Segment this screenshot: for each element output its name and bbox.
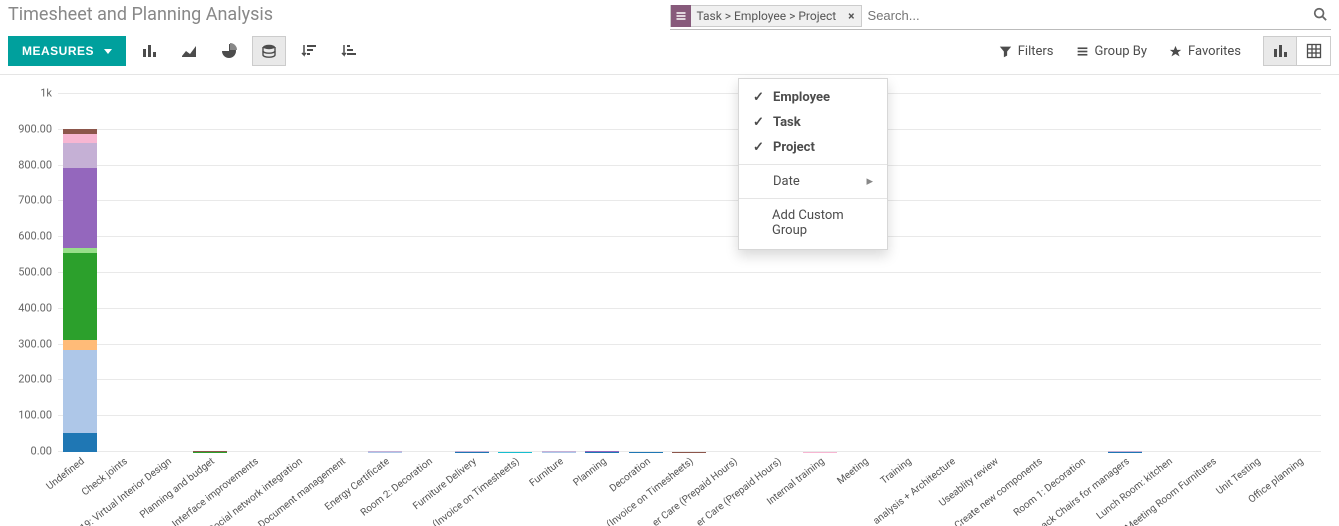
y-tick-label: 600.00 bbox=[18, 230, 52, 243]
bar-column[interactable] bbox=[537, 94, 581, 452]
y-tick-label: 500.00 bbox=[18, 266, 52, 279]
groupby-option-employee[interactable]: ✓Employee bbox=[739, 85, 887, 110]
y-tick-label: 400.00 bbox=[18, 301, 52, 314]
chart: 0.00 100.00 200.00 300.00 400.00 500.00 600.00… bbox=[8, 84, 1331, 526]
search-bar[interactable]: Task > Employee > Project × bbox=[670, 2, 1332, 30]
favorites-button[interactable]: Favorites bbox=[1169, 44, 1241, 59]
bar-column[interactable] bbox=[581, 94, 625, 452]
bar-column[interactable] bbox=[145, 94, 189, 452]
line-chart-button[interactable] bbox=[172, 36, 206, 66]
y-tick-label: 800.00 bbox=[18, 158, 52, 171]
x-tick-label: Office planning bbox=[1277, 452, 1321, 526]
facet-label: Task > Employee > Project bbox=[691, 9, 843, 23]
groupby-option-label: Employee bbox=[773, 90, 830, 105]
bar-column[interactable] bbox=[1190, 94, 1234, 452]
page-title: Timesheet and Planning Analysis bbox=[8, 2, 670, 25]
chevron-right-icon: ▸ bbox=[866, 174, 873, 189]
groupby-dropdown: ✓Employee ✓Task ✓Project Date ▸ Add Custo… bbox=[738, 78, 888, 250]
list-icon bbox=[671, 5, 691, 27]
search-input[interactable] bbox=[862, 6, 1313, 25]
groupby-option-date[interactable]: Date ▸ bbox=[739, 169, 887, 194]
measures-label: MEASURES bbox=[22, 44, 94, 58]
bar-segment bbox=[63, 143, 97, 169]
groupby-option-label: Task bbox=[773, 115, 801, 130]
y-tick-label: 1k bbox=[40, 87, 52, 100]
bar-column[interactable] bbox=[1234, 94, 1278, 452]
bar-chart-button[interactable] bbox=[132, 36, 166, 66]
bar-column[interactable] bbox=[406, 94, 450, 452]
bar-segment bbox=[63, 433, 97, 452]
bar-segment bbox=[63, 168, 97, 248]
groupby-option-label: Project bbox=[773, 140, 815, 155]
bar-column[interactable] bbox=[102, 94, 146, 452]
bar-column[interactable] bbox=[58, 94, 102, 452]
bar-column[interactable] bbox=[232, 94, 276, 452]
y-tick-label: 0.00 bbox=[31, 445, 52, 458]
bar-column[interactable] bbox=[1103, 94, 1147, 452]
measures-button[interactable]: MEASURES bbox=[8, 36, 126, 66]
toolbar: MEASURES Filters Group By Favorites bbox=[0, 30, 1339, 75]
bar-segment bbox=[63, 134, 97, 143]
groupby-option-label: Add Custom Group bbox=[772, 208, 873, 238]
x-tick-label: Internal training bbox=[798, 452, 842, 526]
bar-column[interactable] bbox=[624, 94, 668, 452]
dropdown-separator bbox=[739, 198, 887, 199]
favorites-label: Favorites bbox=[1188, 44, 1241, 59]
bar-column[interactable] bbox=[189, 94, 233, 452]
stacked-button[interactable] bbox=[252, 36, 286, 66]
caret-down-icon bbox=[104, 49, 112, 54]
graph-view-button[interactable] bbox=[1263, 36, 1297, 66]
sort-asc-button[interactable] bbox=[332, 36, 366, 66]
search-icon[interactable] bbox=[1313, 6, 1331, 25]
bar-segment bbox=[63, 253, 97, 340]
view-switcher bbox=[1263, 36, 1331, 66]
dropdown-separator bbox=[739, 164, 887, 165]
y-tick-label: 900.00 bbox=[18, 122, 52, 135]
bar-column[interactable] bbox=[493, 94, 537, 452]
groupby-option-label: Date bbox=[773, 174, 800, 189]
filters-label: Filters bbox=[1018, 44, 1054, 59]
sort-desc-button[interactable] bbox=[292, 36, 326, 66]
bar-column[interactable] bbox=[885, 94, 929, 452]
facet-remove-button[interactable]: × bbox=[842, 9, 860, 23]
groupby-option-project[interactable]: ✓Project bbox=[739, 135, 887, 160]
pivot-view-button[interactable] bbox=[1297, 36, 1331, 66]
y-tick-label: 100.00 bbox=[18, 409, 52, 422]
bar-column[interactable] bbox=[1060, 94, 1104, 452]
pie-chart-button[interactable] bbox=[212, 36, 246, 66]
y-tick-label: 200.00 bbox=[18, 373, 52, 386]
bar-column[interactable] bbox=[276, 94, 320, 452]
bar-column[interactable] bbox=[1016, 94, 1060, 452]
search-facet[interactable]: Task > Employee > Project × bbox=[670, 5, 862, 27]
filters-button[interactable]: Filters bbox=[999, 44, 1054, 59]
y-tick-label: 300.00 bbox=[18, 337, 52, 350]
groupby-label: Group By bbox=[1095, 44, 1148, 59]
bar-column[interactable] bbox=[450, 94, 494, 452]
groupby-option-task[interactable]: ✓Task bbox=[739, 110, 887, 135]
groupby-button[interactable]: Group By bbox=[1076, 44, 1148, 59]
bar-column[interactable] bbox=[929, 94, 973, 452]
bar-segment bbox=[63, 340, 97, 350]
bar-column[interactable] bbox=[363, 94, 407, 452]
bar-column[interactable] bbox=[1277, 94, 1321, 452]
x-tick-label: (Invoice on Timesheets) bbox=[493, 452, 537, 526]
y-tick-label: 700.00 bbox=[18, 194, 52, 207]
bar-column[interactable] bbox=[319, 94, 363, 452]
bar-column[interactable] bbox=[668, 94, 712, 452]
bar-column[interactable] bbox=[1147, 94, 1191, 452]
bar-segment bbox=[63, 350, 97, 433]
x-tick-label: Furniture bbox=[537, 452, 581, 526]
bar-column[interactable] bbox=[972, 94, 1016, 452]
groupby-add-custom[interactable]: Add Custom Group bbox=[739, 203, 887, 243]
